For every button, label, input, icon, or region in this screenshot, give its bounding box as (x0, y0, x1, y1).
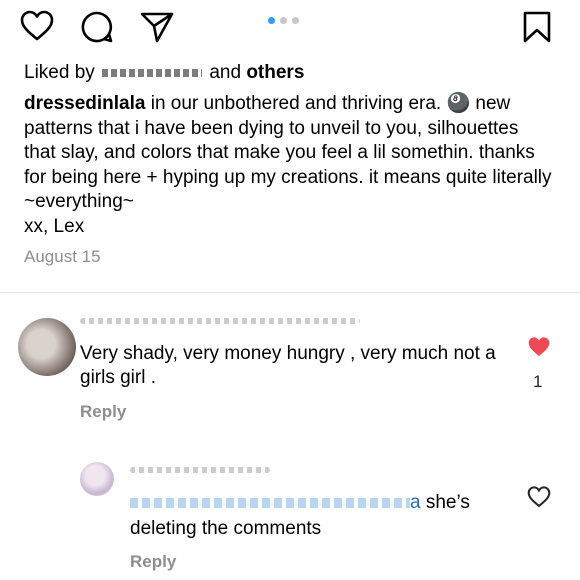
post-date: August 15 (24, 247, 101, 266)
liked-by-line[interactable]: Liked by and others (24, 62, 304, 84)
heart-outline-icon[interactable] (527, 486, 551, 508)
reply-comment-text: a she’s deleting the comments (130, 490, 510, 542)
post-caption: dressedinlala in our unbothered and thri… (24, 92, 554, 239)
bookmark-icon[interactable] (522, 10, 552, 44)
redacted-username (102, 68, 203, 77)
commenter-avatar[interactable] (18, 318, 76, 376)
divider (0, 292, 580, 293)
comment-text: Very shady, very money hungry , very muc… (80, 343, 496, 388)
reply-button[interactable]: Reply (80, 402, 126, 422)
carousel-dot-active (268, 17, 275, 24)
redacted-mention[interactable] (130, 497, 410, 508)
comment-icon[interactable] (80, 10, 114, 44)
carousel-dot (292, 17, 299, 24)
caption-username[interactable]: dressedinlala (24, 93, 145, 114)
reply-commenter-avatar[interactable] (80, 462, 114, 496)
redacted-commenter-name (80, 318, 360, 324)
heart-filled-icon[interactable] (527, 336, 551, 358)
liked-by-prefix: Liked by (24, 62, 95, 83)
share-icon[interactable] (140, 11, 174, 43)
carousel-indicator (268, 17, 299, 24)
comment-like-count: 1 (533, 372, 543, 391)
reply-button[interactable]: Reply (130, 552, 176, 572)
redacted-commenter-name (130, 467, 270, 473)
liked-others-link[interactable]: others (246, 62, 304, 83)
carousel-dot (280, 17, 287, 24)
caption-signoff: xx, Lex (24, 215, 85, 237)
mention-suffix[interactable]: a (410, 492, 421, 513)
liked-and: and (209, 62, 242, 83)
heart-icon[interactable] (20, 10, 54, 42)
